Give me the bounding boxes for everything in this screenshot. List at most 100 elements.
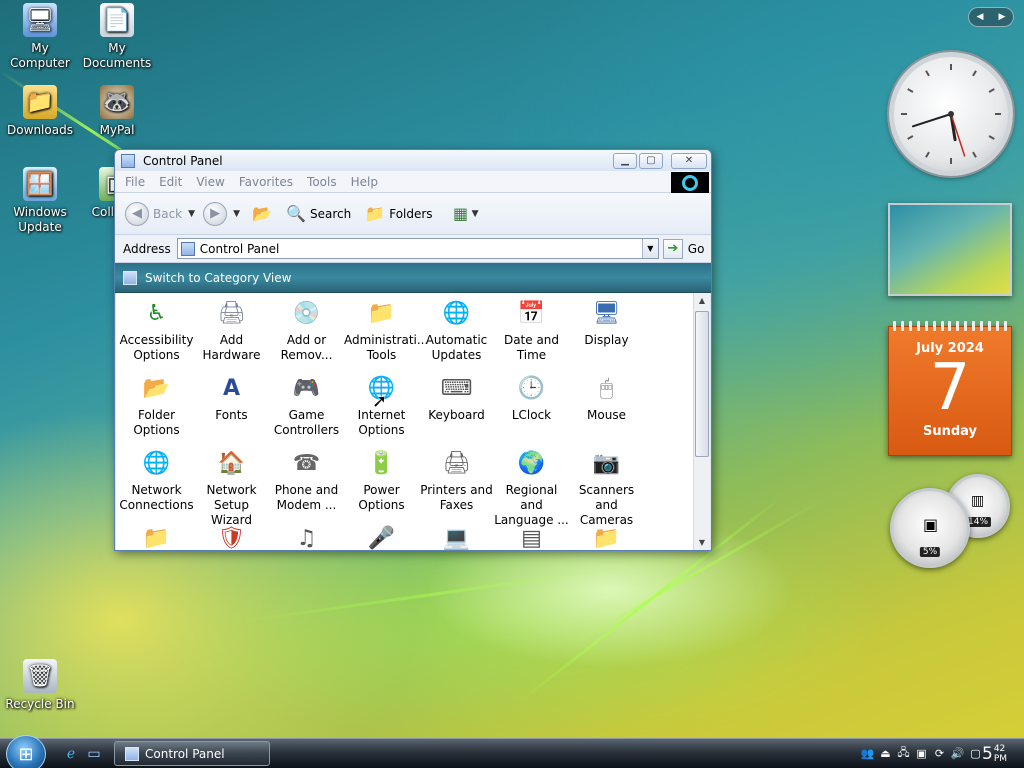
user-accounts-icon: 📁 (592, 525, 621, 550)
scroll-down-button[interactable]: ▼ (694, 535, 710, 550)
menu-tools[interactable]: Tools (307, 175, 337, 189)
address-dropdown[interactable]: ▼ (641, 239, 658, 258)
cp-item-printers-faxes[interactable]: 🖨 Printers and Faxes (419, 447, 494, 522)
cp-item-lclock[interactable]: 🕒 LClock (494, 372, 569, 447)
cp-item-accessibility[interactable]: ♿ Accessibility Options (119, 297, 194, 372)
taskbar-button-control-panel[interactable]: Control Panel (114, 741, 270, 766)
clock-gadget[interactable] (889, 52, 1013, 176)
scroll-up-button[interactable]: ▲ (694, 293, 710, 308)
cp-item-label: Printers and Faxes (420, 483, 493, 512)
date-time-icon: 📅 (517, 300, 546, 326)
cp-item-fonts[interactable]: A Fonts (194, 372, 269, 447)
desktop-icon-recycle-bin[interactable]: 🗑 Recycle Bin (0, 659, 80, 712)
desktop-icon-mypal[interactable]: 🦝 MyPal (77, 85, 157, 138)
sidebar-prev-icon[interactable]: ◀ (977, 12, 984, 22)
cp-item-mouse[interactable]: 🖱 Mouse (569, 372, 644, 447)
cp-item-folder-options[interactable]: 📂 Folder Options (119, 372, 194, 447)
address-field[interactable]: Control Panel ▼ (176, 238, 659, 259)
minimize-button[interactable]: ▁ (613, 152, 637, 169)
cp-item-add-remove[interactable]: 💿 Add or Remov... (269, 297, 344, 372)
vertical-scrollbar[interactable]: ▲ ▼ (693, 293, 710, 550)
back-history-dropdown[interactable]: ▼ (188, 209, 195, 219)
menu-edit[interactable]: Edit (159, 175, 182, 189)
go-button[interactable]: Go (688, 242, 705, 256)
internet-explorer-icon[interactable]: ℯ (62, 745, 80, 763)
forward-button[interactable]: ▶ (203, 201, 228, 226)
back-button[interactable]: ◀ (125, 201, 149, 226)
cp-item-user-accounts[interactable]: 📁 (569, 522, 644, 550)
desktop-icon-coll[interactable]: ▣ Coll (77, 167, 114, 220)
start-button[interactable]: ⊞ (6, 735, 46, 768)
cp-item-speech[interactable]: 🎤 (344, 522, 419, 550)
cp-item-display[interactable]: 🖥 Display (569, 297, 644, 372)
maximize-button[interactable]: ▢ (639, 152, 663, 169)
cp-item-network-connections[interactable]: 🌐 Network Connections (119, 447, 194, 522)
cp-item-admin-tools[interactable]: 📁 Administrati... Tools (344, 297, 428, 372)
slideshow-gadget[interactable] (888, 203, 1012, 296)
cp-item-keyboard[interactable]: ⌨ Keyboard (419, 372, 494, 447)
system-icon: 💻 (442, 525, 471, 550)
cp-item-label: Display (584, 333, 629, 347)
desktop-icon-my-documents[interactable]: 📄 My Documents (77, 3, 157, 71)
tray-update-icon[interactable]: ⟳ (932, 746, 947, 761)
desktop-icon-downloads[interactable]: 📁 Downloads (0, 85, 80, 138)
cpu-meter[interactable]: ▣ 5% (890, 488, 970, 568)
automatic-updates-icon: 🌐 (442, 300, 471, 326)
views-icon[interactable]: ▦ (451, 204, 471, 224)
tray-display-icon[interactable]: ▣ (914, 746, 929, 761)
cp-item-game-controllers[interactable]: 🎮 Game Controllers (269, 372, 344, 447)
menu-favorites[interactable]: Favorites (239, 175, 293, 189)
sidebar-next-icon[interactable]: ▶ (999, 12, 1006, 22)
tray-safely-remove-icon[interactable]: ⏏ (878, 746, 893, 761)
taskbar-clock[interactable]: 5 42 PM (982, 744, 1007, 764)
forward-history-dropdown[interactable]: ▼ (233, 209, 240, 219)
clock-minute: 42 (993, 744, 1006, 754)
scanner-camera-icon: 📷 (592, 450, 621, 476)
desktop-icon-windows-update[interactable]: 🪟 Windows Update (0, 167, 80, 235)
views-dropdown[interactable]: ▼ (472, 209, 479, 219)
menu-file[interactable]: File (125, 175, 145, 189)
cp-item-power-options[interactable]: 🔋 Power Options (344, 447, 419, 522)
scroll-thumb[interactable] (695, 311, 709, 457)
cp-item-phone-modem[interactable]: ☎ Phone and Modem ... (269, 447, 344, 522)
cp-item-add-hardware[interactable]: 🖨 Add Hardware (194, 297, 269, 372)
menu-bar: File Edit View Favorites Tools Help (115, 171, 711, 193)
title-bar[interactable]: Control Panel ▁ ▢ ✕ (115, 150, 711, 171)
close-button[interactable]: ✕ (671, 152, 707, 169)
cp-item-scheduled-tasks[interactable]: 📁 (119, 522, 194, 550)
up-folder-button[interactable]: 📂 (252, 204, 272, 224)
show-desktop-icon[interactable]: ▭ (85, 745, 103, 763)
cp-item-scanners-cameras[interactable]: 📷 Scanners and Cameras (569, 447, 644, 527)
cp-item-automatic-updates[interactable]: 🌐 Automatic Updates (419, 297, 494, 372)
tray-volume-icon[interactable]: 🔊 (950, 746, 965, 761)
network-connections-icon: 🌐 (142, 450, 171, 476)
control-panel-icon (123, 270, 137, 285)
cp-item-date-time[interactable]: 📅 Date and Time (494, 297, 569, 372)
sidebar-gadget-nav[interactable]: ◀ ▶ (968, 7, 1014, 27)
toolbar: ◀ Back ▼ ▶ ▼ 📂 🔍 Search 📁 Folders ▦ ▼ (115, 193, 711, 235)
tray-users-icon[interactable]: 👥 (860, 746, 875, 761)
cp-item-security-center[interactable]: 🛡 (194, 522, 269, 550)
control-panel-icon (121, 153, 135, 168)
cp-item-network-setup[interactable]: 🏠 Network Setup Wizard (194, 447, 269, 527)
go-arrow-icon[interactable]: ➔ (662, 238, 683, 259)
switch-category-view[interactable]: Switch to Category View (115, 263, 711, 293)
desktop-icon-my-computer[interactable]: 🖥 My Computer (0, 3, 80, 71)
folders-button[interactable]: Folders (389, 207, 432, 221)
cp-item-sounds[interactable]: ♫ (269, 522, 344, 550)
cp-item-system[interactable]: 💻 (419, 522, 494, 550)
tray-network-icon[interactable]: 🖧 (896, 746, 911, 761)
menu-view[interactable]: View (196, 175, 224, 189)
menu-help[interactable]: Help (351, 175, 378, 189)
control-panel-window[interactable]: Control Panel ▁ ▢ ✕ File Edit View Favor… (114, 149, 712, 551)
tray-window-icon[interactable]: ▢ (968, 746, 983, 761)
folders-icon[interactable]: 📁 (365, 204, 385, 224)
desktop-icon-label: Recycle Bin (5, 697, 75, 711)
calendar-gadget[interactable]: July 2024 7 Sunday (888, 321, 1012, 456)
back-arrow-icon: ◀ (132, 206, 142, 221)
folder-options-icon: 📂 (142, 375, 171, 401)
cp-item-taskbar[interactable]: ▤ (494, 522, 569, 550)
cp-item-regional-language[interactable]: 🌍 Regional and Language ... (494, 447, 569, 527)
search-button[interactable]: Search (310, 207, 351, 221)
search-icon[interactable]: 🔍 (286, 204, 306, 224)
